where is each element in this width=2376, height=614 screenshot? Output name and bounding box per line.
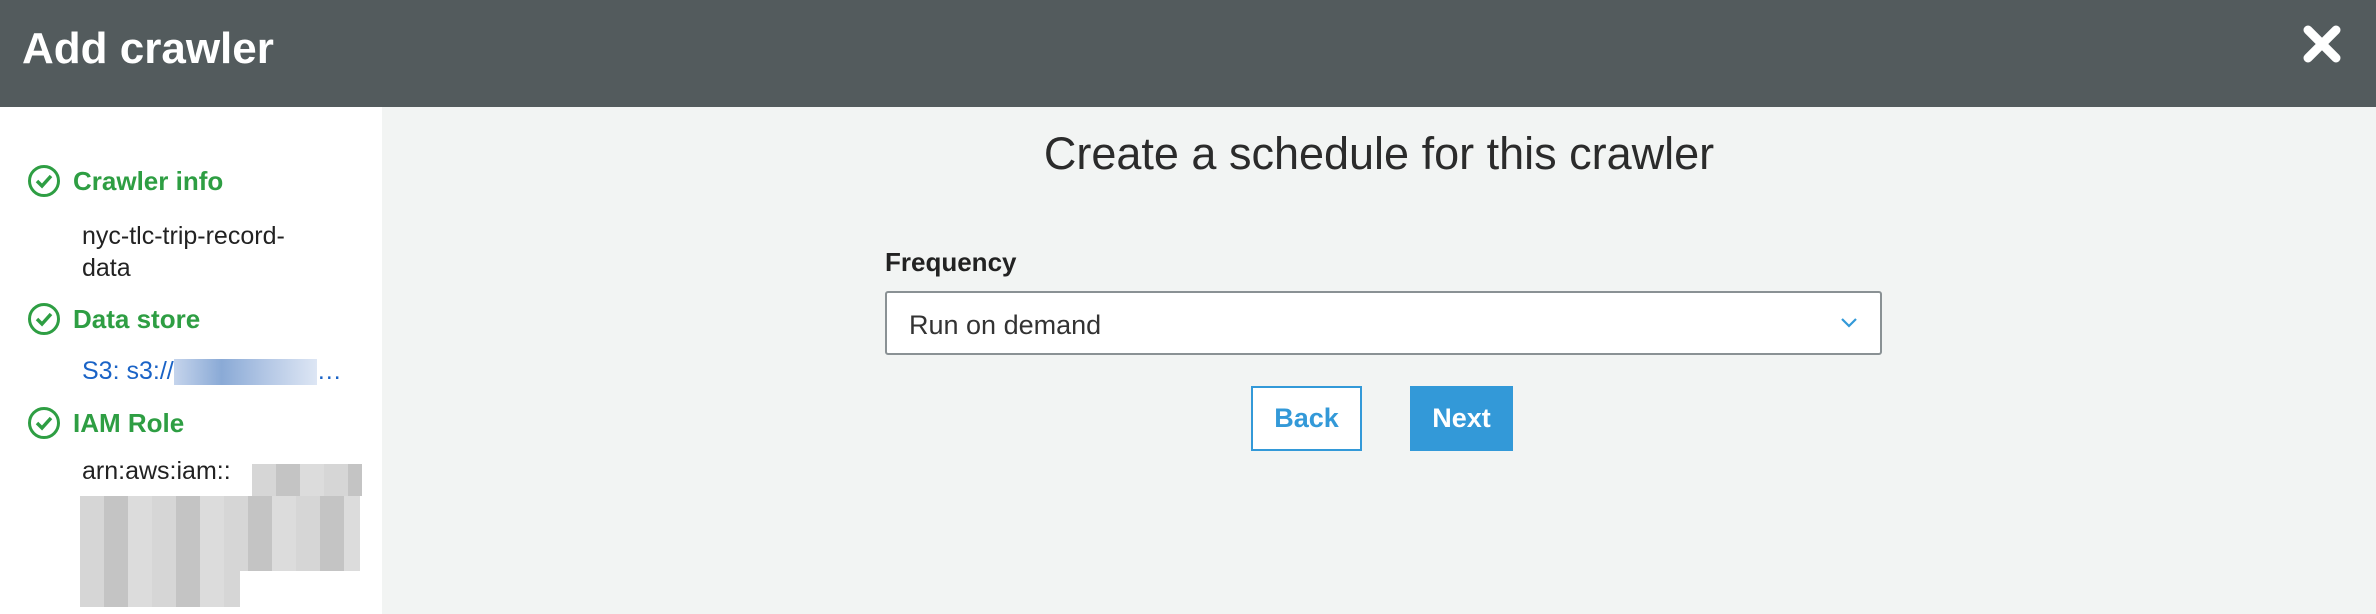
step-label: Crawler info — [73, 165, 224, 196]
page-title: Create a schedule for this crawler — [1043, 128, 1715, 179]
frequency-select[interactable]: Run on demand — [885, 291, 1882, 355]
step-iam-role[interactable]: IAM Role — [27, 406, 184, 440]
check-circle-icon — [28, 165, 60, 197]
check-circle-icon — [28, 407, 60, 439]
modal-header: Add crawler — [0, 0, 2376, 107]
redacted-block — [80, 496, 360, 571]
check-circle-icon — [28, 303, 60, 335]
frequency-value: Run on demand — [909, 310, 1102, 340]
data-store-path: S3: s3:// — [82, 357, 174, 385]
step-label: Data store — [73, 303, 201, 334]
chevron-down-icon — [1841, 318, 1857, 328]
step-data-store[interactable]: Data store — [27, 302, 200, 336]
steps-sidebar: Crawler info nyc-tlc-trip-record- data D… — [0, 107, 382, 614]
back-button[interactable]: Back — [1251, 386, 1362, 451]
data-store-link[interactable]: S3: s3:// … — [82, 355, 372, 387]
crawler-name: nyc-tlc-trip-record- data — [82, 220, 372, 284]
close-icon[interactable] — [2300, 22, 2344, 66]
frequency-label: Frequency — [885, 247, 1017, 277]
step-label: IAM Role — [73, 407, 185, 438]
ellipsis: … — [316, 357, 342, 385]
arn-text: arn:aws:iam:: — [82, 457, 231, 485]
crawler-name-line: data — [82, 254, 131, 282]
redacted-block — [173, 359, 317, 386]
next-button[interactable]: Next — [1410, 386, 1513, 451]
redacted-block — [252, 464, 362, 496]
modal-title: Add crawler — [22, 24, 274, 73]
step-crawler-info[interactable]: Crawler info — [27, 164, 223, 198]
redacted-block — [80, 571, 240, 607]
crawler-name-line: nyc-tlc-trip-record- — [82, 222, 285, 250]
